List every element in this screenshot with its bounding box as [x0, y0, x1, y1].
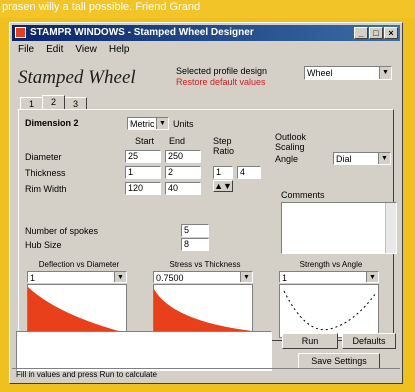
profile-select[interactable]: Wheel ▼ [304, 66, 392, 80]
restore-link[interactable]: Restore default values [176, 77, 266, 87]
menu-edit[interactable]: Edit [46, 43, 63, 57]
chart-title: Stress vs Thickness [169, 260, 241, 269]
units-suffix: Units [173, 119, 194, 129]
chart-select[interactable]: 1 ▼ [279, 271, 379, 283]
chart-strength: Strength vs Angle 1 ▼ [277, 260, 385, 340]
chart-select[interactable]: 1 ▼ [27, 271, 127, 283]
curve-chart [283, 290, 377, 331]
outlook-select-value: Dial [336, 154, 352, 164]
app-icon [15, 27, 26, 38]
col-end-header: End [169, 136, 186, 146]
chart-select[interactable]: 0.7500 ▼ [153, 271, 253, 283]
dimension-label: Dimension 2 [25, 118, 79, 128]
chart-stress: Stress vs Thickness 0.7500 ▼ [151, 260, 259, 340]
chevron-down-icon: ▼ [366, 272, 378, 282]
spokes-input[interactable]: 5 [181, 224, 209, 237]
background-text: prasen willy a tall possible. Friend Gra… [0, 0, 415, 18]
decay-curve-chart [28, 287, 126, 337]
page-title: Stamped Wheel [18, 67, 136, 88]
window-title: STAMPR WINDOWS - Stamped Wheel Designer [30, 27, 254, 38]
row-label-rim: Rim Width [25, 184, 67, 194]
hub-label: Hub Size [25, 240, 62, 250]
maximize-button[interactable]: □ [369, 27, 383, 39]
rim-start-input[interactable]: 120 [125, 182, 161, 195]
header: Stamped Wheel Selected profile design Re… [16, 63, 396, 91]
output-area [16, 331, 272, 371]
chart-select-value: 0.7500 [156, 273, 184, 283]
chart-select-value: 1 [30, 273, 36, 283]
run-button[interactable]: Run [282, 333, 338, 349]
chart-plot [153, 284, 253, 338]
diameter-end-input[interactable]: 250 [165, 150, 201, 163]
outlook-select[interactable]: Dial ▼ [333, 152, 391, 165]
outlook-label: Outlook [275, 132, 307, 142]
diameter-start-input[interactable]: 25 [125, 150, 161, 163]
thickness-start-input[interactable]: 1 [125, 166, 161, 179]
outlook-angle-label: Angle [275, 154, 299, 164]
chevron-down-icon: ▼ [379, 67, 391, 79]
chart-plot [279, 284, 379, 338]
units-select-value: Metric [130, 119, 155, 129]
profile-select-value: Wheel [307, 68, 333, 78]
comments-textarea[interactable] [281, 202, 397, 254]
chevron-down-icon: ▼ [114, 272, 126, 282]
status-bar: Fill in values and press Run to calculat… [12, 368, 400, 381]
outlook-scaling-label: Scaling [275, 142, 305, 152]
defaults-button[interactable]: Defaults [342, 333, 396, 349]
col-start-header: Start [135, 136, 155, 146]
thickness-end-input[interactable]: 2 [165, 166, 201, 179]
chart-title: Strength vs Angle [299, 260, 363, 269]
chart-deflection: Deflection vs Diameter 1 ▼ [25, 260, 133, 340]
comments-label: Comments [281, 190, 325, 200]
chevron-down-icon: ▼ [378, 153, 390, 164]
rim-end-input[interactable]: 40 [165, 182, 201, 195]
menu-help[interactable]: Help [109, 43, 130, 57]
menu-view[interactable]: View [75, 43, 97, 57]
spokes-label: Number of spokes [25, 226, 99, 236]
units-select[interactable]: Metric ▼ [127, 117, 169, 130]
comments-scrollbar[interactable] [385, 203, 396, 253]
hub-input[interactable]: 8 [181, 238, 209, 251]
save-settings-button[interactable]: Save Settings [298, 353, 380, 369]
col-ratio-header: Ratio [213, 146, 235, 156]
col-step-header: Step [213, 136, 232, 146]
app-window: STAMPR WINDOWS - Stamped Wheel Designer … [9, 22, 403, 384]
chart-plot [27, 284, 127, 338]
chevron-down-icon: ▼ [240, 272, 252, 282]
menu-bar: File Edit View Help [12, 43, 400, 57]
step-input-1[interactable]: 1 [213, 166, 233, 179]
curve-line [283, 290, 377, 331]
tab-2[interactable]: 2 [42, 95, 66, 110]
spin-button[interactable]: ▲▼ [213, 180, 233, 192]
profile-label: Selected profile design [176, 66, 268, 76]
decay-curve-chart [154, 289, 252, 337]
row-label-thickness: Thickness [25, 168, 66, 178]
tab-panel: Dimension 2 Metric ▼ Units Start End Ste… [18, 109, 397, 341]
chart-title: Deflection vs Diameter [38, 260, 120, 269]
decay-area [154, 289, 252, 337]
close-button[interactable]: × [384, 27, 398, 39]
title-bar: STAMPR WINDOWS - Stamped Wheel Designer … [12, 25, 400, 41]
decay-area [28, 287, 126, 337]
menu-file[interactable]: File [18, 43, 34, 57]
chevron-down-icon: ▼ [156, 118, 168, 129]
step-input-2[interactable]: 4 [237, 166, 261, 179]
row-label-diameter: Diameter [25, 152, 62, 162]
chart-select-value: 1 [282, 273, 288, 283]
minimize-button[interactable]: _ [354, 27, 368, 39]
